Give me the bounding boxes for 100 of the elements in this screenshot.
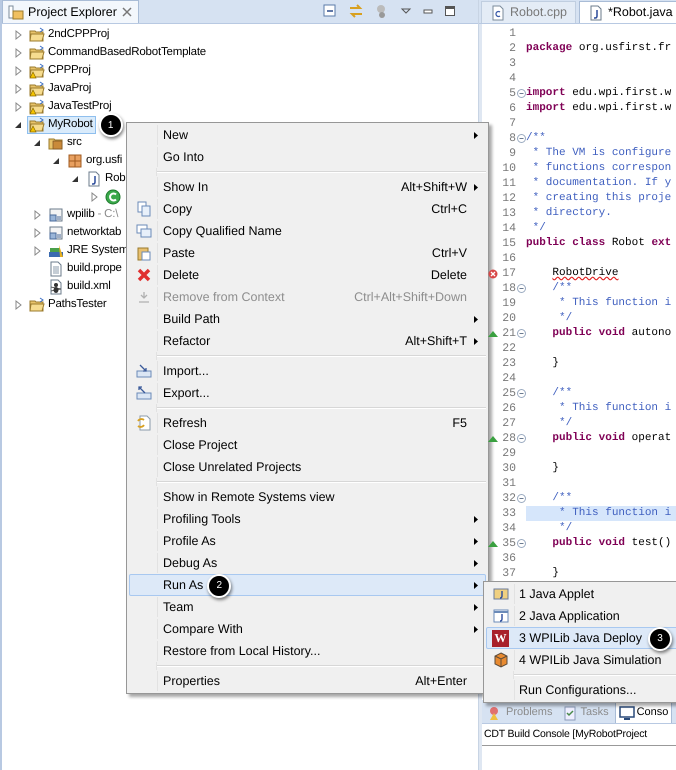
menu-item[interactable]: Import...: [129, 360, 486, 382]
menu-item[interactable]: Paste Ctrl+V: [129, 242, 486, 264]
export-icon: [136, 385, 152, 401]
editor-tab[interactable]: *Robot.java: [578, 1, 676, 23]
menu-item[interactable]: Refactor Alt+Shift+T: [129, 330, 486, 352]
menu-item[interactable]: Properties Alt+Enter: [129, 670, 486, 692]
line-number: 30: [501, 461, 516, 476]
delete-x-icon: [136, 267, 152, 283]
line-number: 26: [501, 401, 516, 416]
copy-icon: [136, 201, 152, 217]
menu-item[interactable]: Show In Alt+Shift+W: [129, 176, 486, 198]
tree-item-label: CPPProj: [48, 63, 91, 78]
code-line: }: [551, 461, 560, 476]
tree-item-label: wpilib: [67, 207, 95, 222]
tree-item[interactable]: org.usfi: [65, 152, 126, 170]
tree-item-label: org.usfi: [86, 153, 122, 168]
menu-item[interactable]: Profile As: [129, 530, 486, 552]
menu-item[interactable]: 4 WPILib Java Simulation: [486, 649, 676, 671]
tree-item[interactable]: build.xml: [46, 278, 114, 296]
callout-badge: 2: [207, 574, 232, 598]
code-line: * This function i: [558, 401, 672, 416]
menu-item[interactable]: Restore from Local History...: [129, 640, 486, 662]
line-number: 25: [501, 386, 516, 401]
applet-icon: [492, 586, 508, 602]
menu-item[interactable]: Team: [129, 596, 486, 618]
tree-item[interactable]: MyRobot: [27, 116, 96, 134]
code-line: /**: [551, 491, 572, 506]
menu-item[interactable]: W 3 WPILib Java Deploy 3: [486, 627, 676, 649]
menu-item[interactable]: Close Project: [129, 434, 486, 456]
menu-item[interactable]: Delete Delete: [129, 264, 486, 286]
copy-icon: [136, 223, 152, 239]
line-number: 13: [501, 206, 516, 221]
submenu-arrow-icon: [473, 182, 479, 192]
code-line: public void autono: [551, 326, 672, 341]
view-tab[interactable]: Conso: [614, 701, 672, 723]
line-number: 15: [501, 236, 516, 251]
line-number: 33: [501, 506, 516, 521]
menu-item[interactable]: 2 Java Application: [486, 605, 676, 627]
tree-item[interactable]: 2ndCPPProj: [27, 26, 112, 44]
tree-item[interactable]: networktab: [46, 224, 124, 242]
submenu-arrow-icon: [473, 536, 479, 546]
tree-item[interactable]: PathsTester: [27, 296, 110, 314]
line-number: 4: [508, 71, 516, 86]
tree-item-label: JavaProj: [48, 81, 92, 96]
menu-item[interactable]: New: [129, 124, 486, 146]
menu-item[interactable]: Debug As: [129, 552, 486, 574]
menu-item[interactable]: Copy Ctrl+C: [129, 198, 486, 220]
code-line: public void test(): [551, 536, 672, 551]
editor-tab[interactable]: Robot.cpp: [481, 1, 576, 23]
menu-item[interactable]: Profiling Tools: [129, 508, 486, 530]
menu-item[interactable]: Copy Qualified Name: [129, 220, 486, 242]
monitor-icon: [618, 704, 635, 720]
ant-icon: [48, 279, 64, 295]
line-number: 3: [508, 56, 516, 71]
code-line: /**: [551, 386, 572, 401]
c-file-icon: [490, 4, 506, 20]
tree-item-label: networktab: [67, 225, 122, 240]
code-line: }: [551, 566, 560, 581]
tree-item[interactable]: CPPProj: [27, 62, 94, 80]
line-number: 12: [501, 191, 516, 206]
tree-item[interactable]: build.prope: [46, 260, 125, 278]
menu-item[interactable]: Export...: [129, 382, 486, 404]
menu-item[interactable]: Run Configurations...: [486, 679, 676, 701]
line-number: 20: [501, 311, 516, 326]
tree-item[interactable]: CommandBasedRobotTemplate: [27, 44, 210, 62]
code-line: * functions correspon: [532, 161, 672, 176]
code-line: * This function i: [558, 506, 672, 521]
line-number: 5: [508, 86, 516, 101]
line-number: 27: [501, 416, 516, 431]
tree-item[interactable]: wpilib - C:\: [46, 206, 122, 224]
view-tab[interactable]: Project Explorer: [2, 0, 139, 23]
tree-item[interactable]: Rob: [84, 170, 128, 188]
menu-item[interactable]: Show in Remote Systems view: [129, 486, 486, 508]
menu-item[interactable]: Refresh F5: [129, 412, 486, 434]
tree-item-label: MyRobot: [48, 117, 93, 132]
submenu-arrow-icon: [473, 624, 479, 634]
override-triangle-icon: [488, 330, 498, 337]
menu-item[interactable]: Compare With: [129, 618, 486, 640]
menu-item[interactable]: 1 Java Applet: [486, 583, 676, 605]
code-line: * The VM is configure: [532, 146, 672, 161]
code-line: */: [532, 221, 546, 236]
tree-item[interactable]: JavaProj: [27, 80, 94, 98]
menu-item[interactable]: Run As 2: [129, 574, 486, 596]
menu-item[interactable]: Close Unrelated Projects: [129, 456, 486, 478]
tree-item-label: build.xml: [67, 279, 111, 294]
menu-item[interactable]: Go Into: [129, 146, 486, 168]
refresh-icon: [136, 415, 152, 431]
link-arrows-icon: [348, 3, 364, 19]
tree-item[interactable]: JavaTestProj: [27, 98, 114, 116]
line-number: 28: [501, 431, 516, 446]
code-line: * creating this proje: [532, 191, 672, 206]
line-number: 35: [501, 536, 516, 551]
code-line: */: [558, 521, 572, 536]
code-line: * documentation. If y: [532, 176, 672, 191]
menu-item[interactable]: Build Path: [129, 308, 486, 330]
java-file-icon: [588, 4, 604, 20]
collapse-all-icon: [322, 3, 338, 19]
line-number: 21: [501, 326, 516, 341]
tree-item[interactable]: src: [46, 134, 85, 152]
code-line: */: [558, 311, 572, 326]
